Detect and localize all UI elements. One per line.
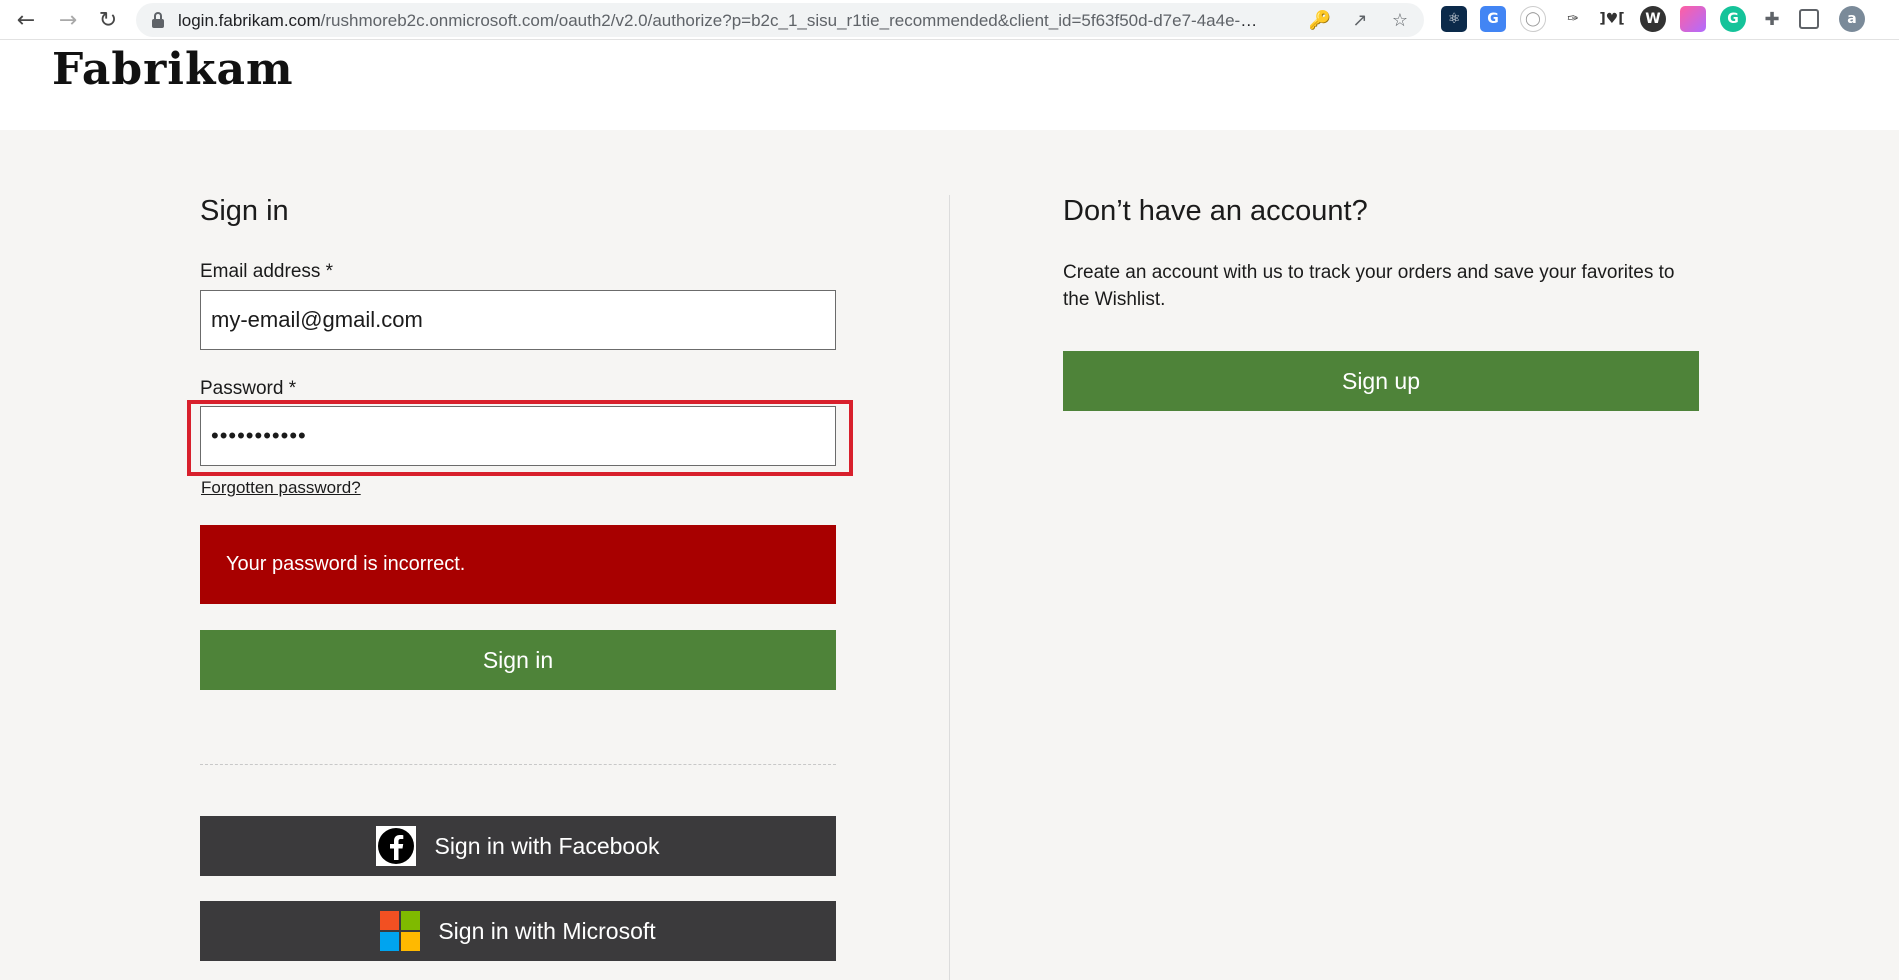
password-value: ••••••••••• [211,423,307,448]
lock-icon[interactable] [152,12,164,28]
signup-button-label: Sign up [1341,367,1420,394]
browser-toolbar: ← → ↻ login.fabrikam.com/rushmoreb2c.onm… [0,0,1899,40]
forward-arrow-icon[interactable]: → [52,4,84,36]
signup-description: Create an account with us to track your … [1063,262,1675,310]
signup-title: Don’t have an account? [1063,195,1368,227]
extensions-puzzle-icon[interactable]: ✚ [1759,6,1785,32]
key-icon[interactable]: 🔑 [1308,8,1332,32]
signin-button-label: Sign in [482,646,554,673]
reload-icon[interactable]: ↻ [92,4,124,36]
share-icon[interactable]: ↗ [1348,8,1372,32]
signup-button[interactable]: Sign up [1063,351,1699,411]
microsoft-button-label: Sign in with Microsoft [438,917,656,944]
signup-section: Don’t have an account? Create an account… [1063,195,1699,411]
grammarly-extension-icon[interactable]: G [1720,6,1746,32]
email-label: Email address * [200,261,334,282]
email-value: my-email@gmail.com [211,307,423,332]
facebook-icon [376,826,417,866]
forgotten-password-link[interactable]: Forgotten password? [201,478,361,498]
color-extension-icon[interactable] [1680,6,1706,32]
timer-extension-icon[interactable]: ◯ [1520,6,1546,32]
react-devtools-extension-icon[interactable]: ⚛ [1441,6,1467,32]
side-panel-icon[interactable] [1799,9,1819,29]
translate-extension-icon[interactable]: G [1480,6,1506,32]
address-bar[interactable]: login.fabrikam.com/rushmoreb2c.onmicroso… [136,3,1424,37]
column-divider [949,195,950,980]
microsoft-signin-button[interactable]: Sign in with Microsoft [200,901,836,961]
signin-title: Sign in [200,195,289,227]
site-header: Fabrikam [0,40,1899,130]
back-arrow-icon[interactable]: ← [10,4,42,36]
bookmark-star-icon[interactable]: ☆ [1388,8,1412,32]
facebook-signin-button[interactable]: Sign in with Facebook [200,816,836,876]
fabrikam-logo: Fabrikam [52,44,294,95]
code-extension-icon[interactable]: ]♥[ [1599,6,1625,32]
microsoft-icon [380,911,421,951]
error-message-text: Your password is incorrect. [226,553,466,575]
error-message-banner: Your password is incorrect. [200,525,836,604]
separator-line [200,764,836,765]
url-text[interactable]: login.fabrikam.com/rushmoreb2c.onmicroso… [178,11,1258,31]
signin-button[interactable]: Sign in [200,630,836,690]
profile-avatar[interactable]: a [1839,6,1865,32]
eyedropper-extension-icon[interactable]: ✑ [1560,6,1586,32]
signin-form: Sign in Email address * my-email@gmail.c… [187,195,853,961]
password-input[interactable]: ••••••••••• [200,406,836,466]
wordpress-extension-icon[interactable]: W [1640,6,1666,32]
facebook-button-label: Sign in with Facebook [434,832,660,859]
email-input[interactable]: my-email@gmail.com [200,290,836,350]
password-label: Password * [200,378,297,399]
